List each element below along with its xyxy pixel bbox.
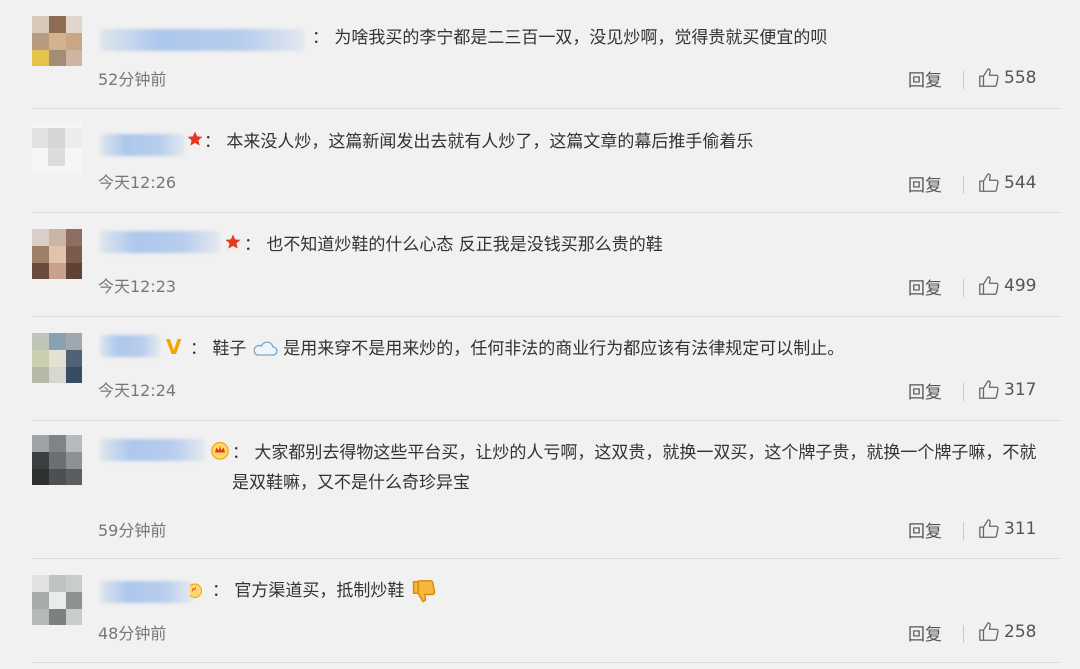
reply-button[interactable]: 回复: [908, 378, 942, 403]
avatar[interactable]: [32, 16, 82, 66]
action-divider: [963, 383, 964, 401]
crown-badge-icon: [190, 583, 202, 598]
reply-button[interactable]: 回复: [908, 66, 942, 91]
comment-text-part: 鞋子: [212, 339, 247, 359]
reply-button[interactable]: 回复: [908, 620, 942, 645]
comment-text: 也不知道炒鞋的什么心态 反正我是没钱买那么贵的鞋: [266, 235, 663, 255]
like-count: 311: [1004, 519, 1037, 539]
thumbs-up-icon: [979, 276, 999, 295]
comment-divider: [32, 662, 1060, 663]
like-count: 258: [1004, 622, 1037, 642]
like-count: 499: [1004, 276, 1037, 296]
username-blurred[interactable]: [100, 439, 205, 461]
like-button[interactable]: 558: [978, 67, 1036, 89]
reply-button[interactable]: 回复: [908, 517, 942, 542]
comment-separator: ：: [190, 339, 207, 359]
thumbs-up-icon: [979, 68, 999, 87]
username-blurred[interactable]: [100, 581, 192, 603]
reply-button[interactable]: 回复: [908, 274, 942, 299]
comment-item: ： 为啥我买的李宁都是二三百一双，没见炒啊，觉得贵就买便宜的呗 52分钟前 回复…: [0, 0, 1080, 108]
comment-time: 今天12:23: [98, 277, 177, 296]
thumbs-up-icon: [979, 622, 999, 641]
like-button[interactable]: 258: [978, 621, 1036, 643]
comment-item: V ： 鞋子 是用来穿不是用来炒的，任何非法的商业行为都应该有法律规定可以制止。…: [0, 317, 1080, 420]
like-button[interactable]: 499: [978, 275, 1036, 297]
comment-item: ： 也不知道炒鞋的什么心态 反正我是没钱买那么贵的鞋 今天12:23 回复 49…: [0, 213, 1080, 316]
like-count: 558: [1004, 68, 1037, 88]
verified-v-badge-icon: V: [166, 335, 182, 359]
comment-time: 48分钟前: [98, 624, 167, 643]
action-divider: [963, 71, 964, 89]
thumbs-up-icon: [979, 519, 999, 538]
comment-separator: ：: [232, 443, 249, 463]
avatar[interactable]: [32, 229, 82, 279]
action-divider: [963, 279, 964, 297]
thumbs-down-emoji-icon: [412, 580, 436, 603]
avatar[interactable]: [32, 435, 82, 485]
avatar[interactable]: [32, 333, 82, 383]
like-button[interactable]: 544: [978, 172, 1036, 194]
action-divider: [963, 522, 964, 540]
avatar[interactable]: [32, 575, 82, 625]
username-blurred[interactable]: [100, 335, 160, 357]
star-badge-icon: [187, 131, 203, 146]
comment-separator: ：: [204, 132, 221, 152]
comment-separator: ：: [312, 28, 329, 48]
comment-text: 本来没人炒，这篇新闻发出去就有人炒了，这篇文章的幕后推手偷着乐: [226, 132, 754, 152]
comment-item: ： 本来没人炒，这篇新闻发出去就有人炒了，这篇文章的幕后推手偷着乐 今天12:2…: [0, 109, 1080, 212]
comment-text: 大家都别去得物这些平台买，让炒的人亏啊，这双贵，就换一双买，这个牌子贵，就换一个…: [232, 443, 1037, 493]
like-count: 544: [1004, 173, 1037, 193]
comment-list: ： 为啥我买的李宁都是二三百一双，没见炒啊，觉得贵就买便宜的呗 52分钟前 回复…: [0, 0, 1080, 669]
like-button[interactable]: 317: [978, 379, 1036, 401]
comment-item: ： 大家都别去得物这些平台买，让炒的人亏啊，这双贵，就换一双买，这个牌子贵，就换…: [0, 421, 1080, 558]
comment-time: 59分钟前: [98, 521, 167, 540]
avatar[interactable]: [32, 123, 82, 173]
action-divider: [963, 625, 964, 643]
reply-button[interactable]: 回复: [908, 171, 942, 196]
comment-text-part: 是用来穿不是用来炒的，任何非法的商业行为都应该有法律规定可以制止。: [283, 339, 845, 359]
comment-separator: ：: [244, 235, 261, 255]
username-blurred[interactable]: [100, 231, 220, 253]
cloud-emoji-icon: [253, 341, 278, 356]
comment-text: 官方渠道买，抵制炒鞋: [234, 581, 405, 601]
comment-text: 为啥我买的李宁都是二三百一双，没见炒啊，觉得贵就买便宜的呗: [334, 28, 828, 48]
thumbs-up-icon: [979, 380, 999, 399]
username-blurred[interactable]: [100, 134, 185, 156]
comment-time: 今天12:24: [98, 381, 177, 400]
star-badge-icon: [225, 234, 241, 249]
thumbs-up-icon: [979, 173, 999, 192]
like-count: 317: [1004, 380, 1037, 400]
username-blurred[interactable]: [100, 29, 305, 51]
comment-time: 今天12:26: [98, 173, 177, 192]
comment-separator: ：: [212, 581, 229, 601]
comment-item: ： 官方渠道买，抵制炒鞋 48分钟前 回复 258: [0, 559, 1080, 663]
action-divider: [963, 176, 964, 194]
crown-badge-icon: [211, 442, 229, 460]
like-button[interactable]: 311: [978, 518, 1036, 540]
comment-time: 52分钟前: [98, 70, 167, 89]
